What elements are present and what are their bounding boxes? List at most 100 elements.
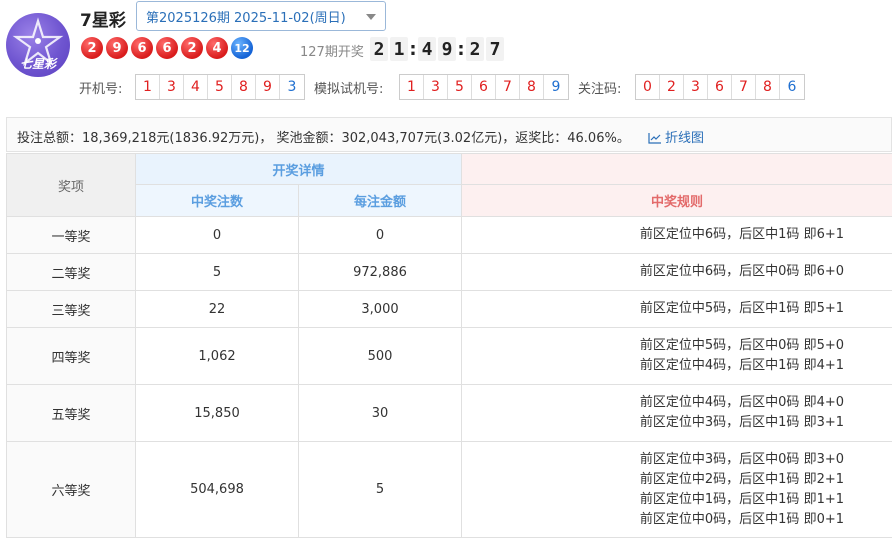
winner-count: 0	[135, 216, 299, 254]
winner-count: 5	[135, 253, 299, 291]
number-digit: 5	[448, 75, 472, 99]
lottery-logo: 七星彩	[6, 13, 70, 77]
col-count-header: 中奖注数	[135, 184, 299, 217]
prize-amount: 30	[298, 384, 462, 442]
number-digit: 7	[732, 75, 756, 99]
prize-table: 奖项 开奖详情 中奖注数 每注金额 中奖规则 一等奖 0 0 前区定位中6码，后区中1…	[6, 153, 892, 538]
number-digit: 9	[256, 75, 280, 99]
prize-rule: 前区定位中6码，后区中0码 即6+0	[461, 253, 892, 291]
countdown-digit: 7	[486, 37, 504, 61]
prize-rank: 六等奖	[6, 441, 136, 538]
prize-amount: 5	[298, 441, 462, 538]
rule-line: 前区定位中0码，后区中1码 即0+1	[639, 511, 844, 527]
rule-line: 前区定位中1码，后区中1码 即1+1	[639, 491, 844, 507]
countdown-digit: 2	[370, 37, 388, 61]
prize-rank: 四等奖	[6, 327, 136, 385]
prize-amount: 500	[298, 327, 462, 385]
winning-balls: 2 9 6 6 2 4 12	[81, 37, 253, 59]
table-row: 二等奖 5 972,886 前区定位中6码，后区中0码 即6+0	[6, 253, 892, 291]
prize-rank: 五等奖	[6, 384, 136, 442]
rule-line: 前区定位中6码，后区中1码 即6+1	[639, 227, 844, 242]
winner-count: 504,698	[135, 441, 299, 538]
countdown-timer: 21:49:27	[370, 37, 504, 61]
sim-number-label: 模拟试机号:	[314, 82, 384, 97]
countdown-digit: 4	[418, 37, 436, 61]
table-row: 六等奖 504,698 5 前区定位中3码，后区中0码 即3+0 前区定位中2码，后区中…	[6, 441, 892, 538]
blue-ball: 12	[231, 37, 253, 59]
number-digit: 6	[472, 75, 496, 99]
line-chart-link[interactable]: 折线图	[648, 131, 704, 146]
rule-line: 前区定位中6码，后区中0码 即6+0	[639, 264, 844, 279]
rule-line: 前区定位中3码，后区中0码 即3+0	[639, 451, 844, 467]
countdown-separator: :	[457, 38, 465, 60]
rule-line: 前区定位中5码，后区中1码 即5+1	[639, 301, 844, 316]
open-number-box: 1345893	[135, 74, 305, 100]
number-digit: 8	[520, 75, 544, 99]
red-ball: 6	[131, 37, 153, 59]
line-chart-label: 折线图	[664, 131, 704, 146]
focus-number-label: 关注码:	[578, 82, 622, 97]
rule-header-spacer	[461, 153, 892, 185]
countdown-digit: 9	[438, 37, 456, 61]
table-row: 五等奖 15,850 30 前区定位中4码，后区中0码 即4+0 前区定位中3码，后区中…	[6, 384, 892, 442]
prize-rank: 二等奖	[6, 253, 136, 291]
prize-rule: 前区定位中5码，后区中1码 即5+1	[461, 290, 892, 328]
number-digit: 1	[400, 75, 424, 99]
number-digit: 3	[287, 79, 297, 95]
countdown-digit: 2	[466, 37, 484, 61]
number-digit: 3	[684, 75, 708, 99]
issue-select-value: 第2025126期 2025-11-02(周日)	[146, 11, 346, 26]
rule-line: 前区定位中4码，后区中0码 即4+0	[639, 395, 844, 410]
game-title: 7星彩	[80, 11, 126, 31]
table-row: 四等奖 1,062 500 前区定位中5码，后区中0码 即5+0 前区定位中4码，后区中…	[6, 327, 892, 385]
rule-line: 前区定位中3码，后区中1码 即3+1	[639, 415, 844, 430]
red-ball: 9	[106, 37, 128, 59]
prize-rule: 前区定位中3码，后区中0码 即3+0 前区定位中2码，后区中1码 即2+1 前区定位…	[461, 441, 892, 538]
col-amount-header: 每注金额	[298, 184, 462, 217]
countdown-separator: :	[409, 38, 417, 60]
number-digit: 4	[184, 75, 208, 99]
prize-rank: 三等奖	[6, 290, 136, 328]
winner-count: 1,062	[135, 327, 299, 385]
number-digit: 1	[136, 75, 160, 99]
number-digit: 3	[160, 75, 184, 99]
col-group-header: 开奖详情	[135, 153, 462, 185]
summary-text: 投注总额：18,369,218元(1836.92万元)， 奖池金额：302,04…	[17, 131, 630, 146]
sim-number-box: 1356789	[399, 74, 569, 100]
number-digit: 7	[496, 75, 520, 99]
rule-line: 前区定位中5码，后区中0码 即5+0	[639, 338, 844, 353]
col-rule-header: 中奖规则	[461, 184, 892, 217]
table-row: 三等奖 22 3,000 前区定位中5码，后区中1码 即5+1	[6, 290, 892, 328]
red-ball: 4	[206, 37, 228, 59]
prize-rule: 前区定位中6码，后区中1码 即6+1	[461, 216, 892, 254]
prize-amount: 0	[298, 216, 462, 254]
col-prize-header: 奖项	[6, 153, 136, 217]
number-digit: 6	[708, 75, 732, 99]
prize-rank: 一等奖	[6, 216, 136, 254]
number-digit: 8	[756, 75, 780, 99]
prize-rule: 前区定位中5码，后区中0码 即5+0 前区定位中4码，后区中1码 即4+1	[461, 327, 892, 385]
prize-amount: 3,000	[298, 290, 462, 328]
prize-rule: 前区定位中4码，后区中0码 即4+0 前区定位中3码，后区中1码 即3+1	[461, 384, 892, 442]
winner-count: 15,850	[135, 384, 299, 442]
number-digit: 5	[208, 75, 232, 99]
red-ball: 2	[81, 37, 103, 59]
logo-text: 七星彩	[19, 57, 56, 71]
line-chart-icon	[648, 133, 661, 144]
red-ball: 2	[181, 37, 203, 59]
number-digit: 0	[636, 75, 660, 99]
winner-count: 22	[135, 290, 299, 328]
number-digit: 8	[232, 75, 256, 99]
number-digit: 2	[660, 75, 684, 99]
rule-line: 前区定位中4码，后区中1码 即4+1	[639, 358, 844, 373]
number-digit: 9	[551, 79, 561, 95]
open-number-label: 开机号:	[79, 82, 123, 97]
focus-number-box: 0236786	[635, 74, 805, 100]
next-draw-label: 127期开奖	[300, 45, 364, 60]
issue-select[interactable]: 第2025126期 2025-11-02(周日)	[136, 1, 386, 31]
prize-amount: 972,886	[298, 253, 462, 291]
countdown-digit: 1	[390, 37, 408, 61]
number-digit: 6	[787, 79, 797, 95]
red-ball: 6	[156, 37, 178, 59]
number-digit: 3	[424, 75, 448, 99]
